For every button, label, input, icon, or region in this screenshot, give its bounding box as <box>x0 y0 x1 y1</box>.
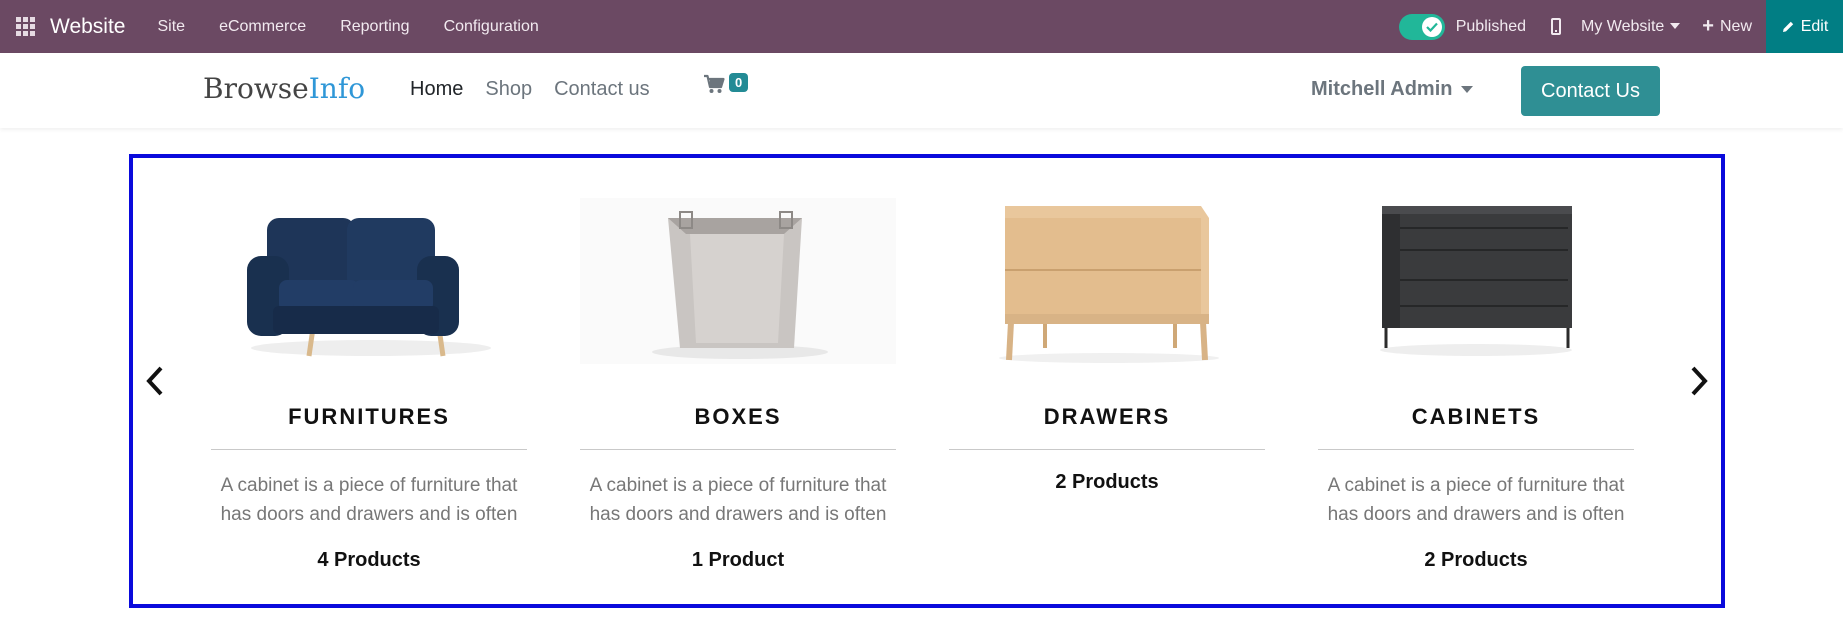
divider <box>580 449 896 450</box>
menu-ecommerce[interactable]: eCommerce <box>219 18 306 36</box>
logo-text-info: Info <box>308 72 366 105</box>
plus-icon: + <box>1702 15 1714 37</box>
category-carousel: FURNITURES A cabinet is a piece of furni… <box>129 154 1725 608</box>
category-card-cabinets[interactable]: CABINETS A cabinet is a piece of furnitu… <box>1318 198 1634 572</box>
admin-navbar: Website Site eCommerce Reporting Configu… <box>0 0 1843 53</box>
category-title[interactable]: FURNITURES <box>211 404 527 430</box>
chevron-left-icon[interactable] <box>143 364 167 398</box>
apps-menu-icon[interactable] <box>0 0 50 53</box>
user-menu[interactable]: Mitchell Admin <box>1311 78 1474 101</box>
product-count: 1 Product <box>691 549 785 571</box>
caret-down-icon <box>1670 23 1681 30</box>
category-title[interactable]: BOXES <box>580 404 896 430</box>
published-label[interactable]: Published <box>1456 18 1526 36</box>
published-toggle[interactable] <box>1398 13 1445 40</box>
product-count: 4 Products <box>317 549 421 571</box>
site-logo[interactable]: BrowseInfo <box>203 72 365 105</box>
main-nav: Home Shop Contact us <box>410 78 650 101</box>
caret-down-icon <box>1461 86 1474 94</box>
menu-configuration[interactable]: Configuration <box>444 18 539 36</box>
new-label: New <box>1719 17 1752 35</box>
edit-label: Edit <box>1800 17 1829 35</box>
category-title[interactable]: CABINETS <box>1318 404 1634 430</box>
admin-navbar-right: Published My Website + New Edit <box>1398 0 1843 53</box>
check-icon <box>1421 16 1442 37</box>
logo-text-browse: Browse <box>203 72 309 105</box>
divider <box>211 449 527 450</box>
website-header: BrowseInfo Home Shop Contact us 0 Mitche… <box>0 53 1843 128</box>
website-switcher[interactable]: My Website <box>1581 17 1681 36</box>
product-count: 2 Products <box>1055 471 1159 493</box>
new-button[interactable]: + New <box>1680 15 1752 38</box>
category-card-furnitures[interactable]: FURNITURES A cabinet is a piece of furni… <box>211 198 527 572</box>
contact-us-button[interactable]: Contact Us <box>1521 66 1660 116</box>
nav-home[interactable]: Home <box>410 78 463 101</box>
category-card-boxes[interactable]: BOXES A cabinet is a piece of furniture … <box>580 198 896 572</box>
mobile-preview-icon[interactable] <box>1551 18 1562 35</box>
cart-count-badge: 0 <box>729 73 749 92</box>
category-title[interactable]: DRAWERS <box>949 404 1265 430</box>
cart-icon[interactable] <box>703 74 725 99</box>
category-card-drawers[interactable]: DRAWERS 2 Products <box>949 198 1265 494</box>
edit-button[interactable]: Edit <box>1766 0 1843 53</box>
menu-site[interactable]: Site <box>157 18 185 36</box>
app-brand[interactable]: Website <box>50 15 125 39</box>
category-description: A cabinet is a piece of furniture that h… <box>589 475 887 525</box>
drawer-image[interactable] <box>949 198 1265 364</box>
divider <box>949 449 1265 450</box>
nav-shop[interactable]: Shop <box>485 78 532 101</box>
user-name: Mitchell Admin <box>1311 78 1453 100</box>
divider <box>1318 449 1634 450</box>
basket-image[interactable] <box>580 198 896 364</box>
chevron-right-icon[interactable] <box>1687 364 1711 398</box>
menu-reporting[interactable]: Reporting <box>340 18 409 36</box>
cabinet-image[interactable] <box>1318 198 1634 364</box>
pencil-icon <box>1782 21 1793 32</box>
sofa-image[interactable] <box>211 198 527 364</box>
nav-contact-us[interactable]: Contact us <box>554 78 650 101</box>
category-description: A cabinet is a piece of furniture that h… <box>220 475 518 525</box>
category-description: A cabinet is a piece of furniture that h… <box>1327 475 1625 525</box>
website-switcher-label: My Website <box>1581 17 1665 35</box>
product-count: 2 Products <box>1424 549 1528 571</box>
